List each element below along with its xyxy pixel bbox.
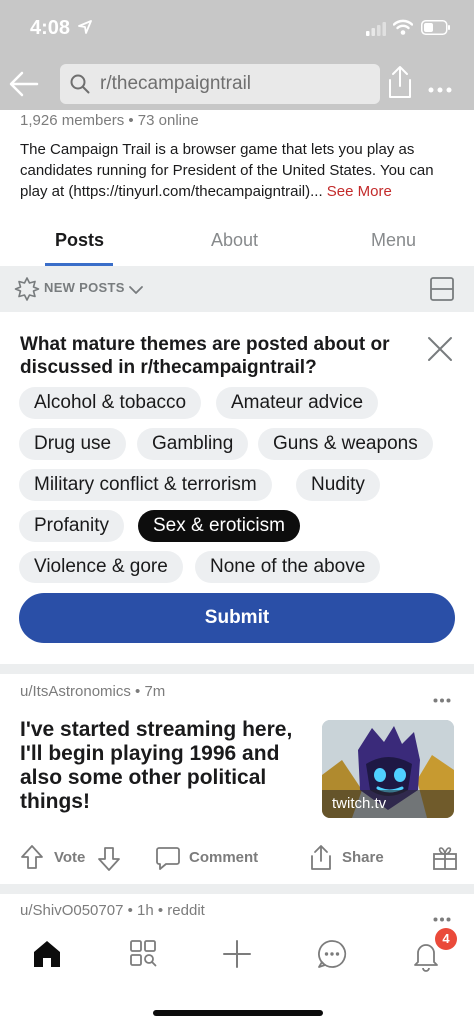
option-nudity[interactable]: Nudity [296,469,380,501]
option-military-conflict-terrorism[interactable]: Military conflict & terrorism [19,469,272,501]
survey-question: What mature themes are posted about or d… [20,334,390,378]
wifi-icon [392,19,414,40]
tab-menu[interactable]: Menu [371,230,416,251]
post-more-icon[interactable] [433,909,451,927]
community-description: The Campaign Trail is a browser game tha… [20,139,460,202]
vote-label: Vote [54,849,86,866]
award-gift-icon[interactable] [432,845,458,876]
battery-icon [421,20,451,40]
post-more-icon[interactable] [433,690,451,708]
post-age: 1h [137,902,154,919]
post-thumbnail[interactable]: twitch.tv [322,720,454,818]
comment-icon[interactable] [155,845,181,876]
option-violence-gore[interactable]: Violence & gore [19,551,183,583]
thumbnail-domain: twitch.tv [322,790,454,818]
post-source: reddit [167,902,205,919]
search-input[interactable]: r/thecampaigntrail [60,64,380,104]
meta-separator: • [157,902,168,919]
close-icon[interactable] [426,335,454,368]
discover-icon[interactable] [128,938,158,973]
option-gambling[interactable]: Gambling [137,428,249,460]
option-drug-use[interactable]: Drug use [19,428,127,460]
option-sex-eroticism[interactable]: Sex & eroticism [138,510,300,542]
share-icon[interactable] [309,843,333,876]
home-icon[interactable] [31,938,63,975]
post-author[interactable]: u/ShivO050707 [20,902,123,919]
comment-label[interactable]: Comment [189,849,258,866]
option-alcohol-tobacco[interactable]: Alcohol & tobacco [19,387,202,419]
section-divider [0,884,474,894]
search-icon [70,74,90,99]
back-arrow-icon[interactable] [8,68,40,105]
card-layout-icon[interactable] [429,276,455,307]
post-meta: u/ShivO050707 • 1h • reddit [20,902,205,919]
notification-badge: 4 [435,928,457,950]
upvote-icon[interactable] [20,844,44,875]
post-actions: Vote Comment Share [0,840,474,876]
nav-header: r/thecampaigntrail [0,58,474,110]
status-bar: 4:08 [0,0,474,58]
status-time: 4:08 [30,17,71,39]
bottom-nav: 4 [0,928,474,1025]
option-guns-weapons[interactable]: Guns & weapons [258,428,433,460]
home-indicator[interactable] [153,1010,323,1016]
tab-about[interactable]: About [211,230,258,251]
community-stats: 1,926 members • 73 online [20,112,199,129]
sort-bar: NEW POSTS [0,266,474,312]
tab-bar: Posts About Menu [0,218,474,266]
see-more-link[interactable]: See More [327,183,392,200]
share-label[interactable]: Share [342,849,384,866]
post-meta: u/ItsAstronomics • 7m [20,683,165,700]
mature-themes-survey: What mature themes are posted about or d… [0,312,474,664]
sort-label[interactable]: NEW POSTS [44,280,125,295]
downvote-icon[interactable] [97,846,121,877]
option-none-of-the-above[interactable]: None of the above [195,551,381,583]
search-query: r/thecampaigntrail [100,73,252,94]
more-icon[interactable] [428,80,452,98]
section-divider [0,664,474,674]
submit-button[interactable]: Submit [19,593,455,643]
chevron-down-icon[interactable] [128,282,144,300]
post-author[interactable]: u/ItsAstronomics [20,683,131,700]
location-arrow-icon [78,20,92,39]
sparkle-icon[interactable] [14,276,40,307]
share-icon[interactable] [385,64,415,105]
chat-icon[interactable] [316,938,348,975]
option-profanity[interactable]: Profanity [19,510,124,542]
tab-posts[interactable]: Posts [55,230,104,251]
meta-separator: • [127,902,138,919]
create-icon[interactable] [221,938,253,975]
post-title[interactable]: I've started streaming here, I'll begin … [20,718,310,814]
cellular-signal-icon [366,22,386,41]
post-age: 7m [144,683,166,700]
option-amateur-advice[interactable]: Amateur advice [216,387,379,419]
